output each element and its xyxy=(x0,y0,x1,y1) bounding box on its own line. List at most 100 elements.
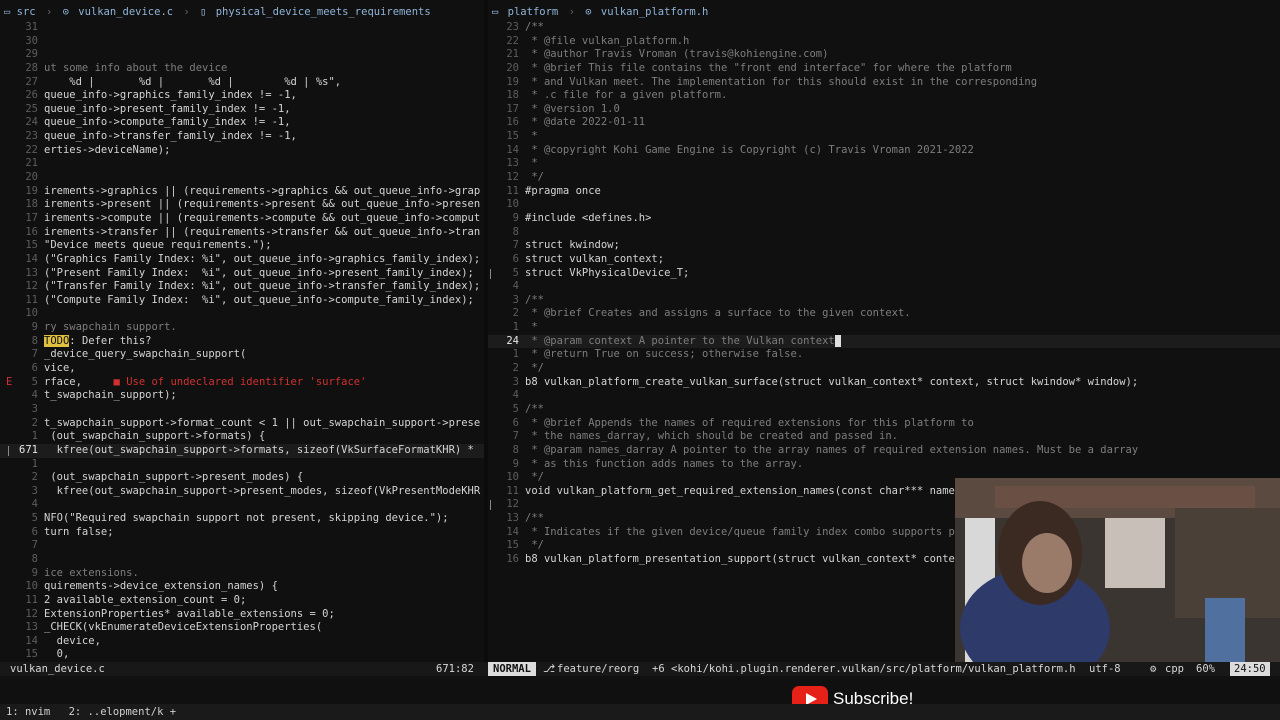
code-line[interactable]: 19 irements->graphics || (requirements->g… xyxy=(0,185,484,199)
code-line[interactable]: 8 xyxy=(0,553,484,567)
code-line[interactable]: 16 * @date 2022-01-11 xyxy=(488,116,1280,130)
code-line[interactable]: 9 ice extensions. xyxy=(0,567,484,581)
code-line[interactable]: 28 ut some info about the device xyxy=(0,62,484,76)
statusline: vulkan_device.c 671:82 NORMAL ⎇ feature/… xyxy=(0,662,1280,676)
code-line[interactable]: 9 * as this function adds names to the a… xyxy=(488,458,1280,472)
code-line[interactable]: 20 * @brief This file contains the "fron… xyxy=(488,62,1280,76)
line-number: 4 xyxy=(31,498,38,511)
code-line[interactable]: 24 * @param context A pointer to the Vul… xyxy=(488,334,1280,349)
code-line[interactable]: 6 turn false; xyxy=(0,526,484,540)
code-line[interactable]: 1 * @return True on success; otherwise f… xyxy=(488,348,1280,362)
code-line[interactable]: 3 kfree(out_swapchain_support->present_m… xyxy=(0,485,484,499)
line-number: 12 xyxy=(506,171,519,184)
code-line[interactable]: 18 irements->present || (requirements->pr… xyxy=(0,198,484,212)
code-line[interactable]: 4 t_swapchain_support); xyxy=(0,389,484,403)
code-line[interactable]: 5 NFO("Required swapchain support not pre… xyxy=(0,512,484,526)
code-line[interactable]: E 5 rface, ■ Use of undeclared identifier … xyxy=(0,376,484,390)
code-line[interactable]: 16 irements->transfer || (requirements->t… xyxy=(0,226,484,240)
code-line[interactable]: 7 xyxy=(0,539,484,553)
code-line[interactable]: 3 /** xyxy=(488,294,1280,308)
code-line[interactable]: 31 xyxy=(0,21,484,35)
code-line[interactable]: 15 "Device meets queue requirements."); xyxy=(0,239,484,253)
code-line[interactable]: 21 xyxy=(0,157,484,171)
code-line[interactable]: 19 * and Vulkan meet. The implementation… xyxy=(488,76,1280,90)
tmux-window-1[interactable]: 1: nvim xyxy=(6,706,50,718)
breadcrumb-file[interactable]: vulkan_device.c xyxy=(78,6,173,18)
code-line[interactable]: 25 queue_info->present_family_index != -1… xyxy=(0,103,484,117)
left-editor-pane[interactable]: ▭ src › ⊙ vulkan_device.c › ▯ physical_d… xyxy=(0,0,484,662)
code-line[interactable]: 671 kfree(out_swapchain_support->formats… xyxy=(0,443,484,458)
code-line[interactable]: 14 ("Graphics Family Index: %i", out_queu… xyxy=(0,253,484,267)
code-line[interactable]: 23 queue_info->transfer_family_index != -… xyxy=(0,130,484,144)
code-line[interactable]: 7 _device_query_swapchain_support( xyxy=(0,348,484,362)
code-line[interactable]: 20 xyxy=(0,171,484,185)
code-line[interactable]: 8 xyxy=(488,226,1280,240)
code-line[interactable]: 18 * .c file for a given platform. xyxy=(488,89,1280,103)
code-line[interactable]: 9 #include <defines.h> xyxy=(488,212,1280,226)
line-number: 29 xyxy=(25,48,38,61)
code-line[interactable]: 7 * the names_darray, which should be cr… xyxy=(488,430,1280,444)
code-line[interactable]: 9 ry swapchain support. xyxy=(0,321,484,335)
code-line[interactable]: 13 * xyxy=(488,157,1280,171)
code-line[interactable]: 24 queue_info->compute_family_index != -1… xyxy=(0,116,484,130)
code-line[interactable]: 3 xyxy=(0,403,484,417)
code-text: ice extensions. xyxy=(44,566,139,579)
line-number: 1 xyxy=(512,321,519,334)
code-line[interactable]: 1 (out_swapchain_support->formats) { xyxy=(0,430,484,444)
code-line[interactable]: 22 * @file vulkan_platform.h xyxy=(488,35,1280,49)
breadcrumb-symbol[interactable]: physical_device_meets_requirements xyxy=(216,6,431,18)
code-line[interactable]: 10 quirements->device_extension_names) { xyxy=(0,580,484,594)
code-line[interactable]: 29 xyxy=(0,48,484,62)
code-line[interactable]: 23 /** xyxy=(488,21,1280,35)
code-line[interactable]: 11 ("Compute Family Index: %i", out_queue… xyxy=(0,294,484,308)
code-line[interactable]: 6 struct vulkan_context; xyxy=(488,253,1280,267)
code-line[interactable]: 1 * xyxy=(488,321,1280,335)
code-line[interactable]: 6 vice, xyxy=(0,362,484,376)
code-line[interactable]: 10 xyxy=(0,307,484,321)
code-line[interactable]: 30 xyxy=(0,35,484,49)
code-text: ("Compute Family Index: %i", out_queue_i… xyxy=(44,293,474,306)
code-line[interactable]: 13 _CHECK(vkEnumerateDeviceExtensionPrope… xyxy=(0,621,484,635)
code-line[interactable]: 2 */ xyxy=(488,362,1280,376)
code-line[interactable]: 15 0, xyxy=(0,648,484,662)
code-line[interactable]: 5 struct VkPhysicalDevice_T; xyxy=(488,267,1280,281)
code-line[interactable]: 12 ExtensionProperties* available_extensi… xyxy=(0,608,484,622)
code-line[interactable]: 14 * @copyright Kohi Game Engine is Copy… xyxy=(488,144,1280,158)
code-line[interactable]: 17 irements->compute || (requirements->co… xyxy=(0,212,484,226)
code-line[interactable]: 6 * @brief Appends the names of required… xyxy=(488,417,1280,431)
code-line[interactable]: 27 %d | %d | %d | %d | %s", xyxy=(0,76,484,90)
text-cursor xyxy=(834,334,841,347)
code-line[interactable]: 2 (out_swapchain_support->present_modes)… xyxy=(0,471,484,485)
line-number: 12 xyxy=(506,498,519,511)
breadcrumb-folder[interactable]: src xyxy=(17,6,36,18)
breadcrumb-folder[interactable]: platform xyxy=(508,6,559,18)
code-line[interactable]: 14 device, xyxy=(0,635,484,649)
code-line[interactable]: 12 */ xyxy=(488,171,1280,185)
code-line[interactable]: 17 * @version 1.0 xyxy=(488,103,1280,117)
code-line[interactable]: 13 ("Present Family Index: %i", out_queue… xyxy=(0,267,484,281)
line-number: 7 xyxy=(512,430,519,443)
code-line[interactable]: 11 2 available_extension_count = 0; xyxy=(0,594,484,608)
breadcrumb-file[interactable]: vulkan_platform.h xyxy=(601,6,708,18)
left-code-area[interactable]: 31 30 29 28 ut some info about the device 27 … xyxy=(0,21,484,662)
code-line[interactable]: 5 /** xyxy=(488,403,1280,417)
code-line[interactable]: 10 xyxy=(488,198,1280,212)
tmux-window-2[interactable]: 2: ..elopment/k + xyxy=(69,706,176,718)
code-line[interactable]: 12 ("Transfer Family Index: %i", out_queu… xyxy=(0,280,484,294)
code-line[interactable]: 4 xyxy=(488,389,1280,403)
code-line[interactable]: 22 erties->deviceName); xyxy=(0,144,484,158)
code-line[interactable]: 8 * @param names_darray A pointer to the… xyxy=(488,444,1280,458)
code-line[interactable]: 26 queue_info->graphics_family_index != -… xyxy=(0,89,484,103)
code-line[interactable]: 11 #pragma once xyxy=(488,185,1280,199)
code-line[interactable]: 2 * @brief Creates and assigns a surface… xyxy=(488,307,1280,321)
code-line[interactable]: 3 b8 vulkan_platform_create_vulkan_surfac… xyxy=(488,376,1280,390)
code-line[interactable]: 7 struct kwindow; xyxy=(488,239,1280,253)
code-line[interactable]: 8 TODO: Defer this? xyxy=(0,334,484,349)
code-line[interactable]: 1 xyxy=(0,458,484,472)
code-line[interactable]: 4 xyxy=(488,280,1280,294)
code-text: turn false; xyxy=(44,525,114,538)
code-line[interactable]: 2 t_swapchain_support->format_count < 1 |… xyxy=(0,417,484,431)
code-line[interactable]: 4 xyxy=(0,498,484,512)
code-line[interactable]: 15 * xyxy=(488,130,1280,144)
code-line[interactable]: 21 * @author Travis Vroman (travis@kohie… xyxy=(488,48,1280,62)
